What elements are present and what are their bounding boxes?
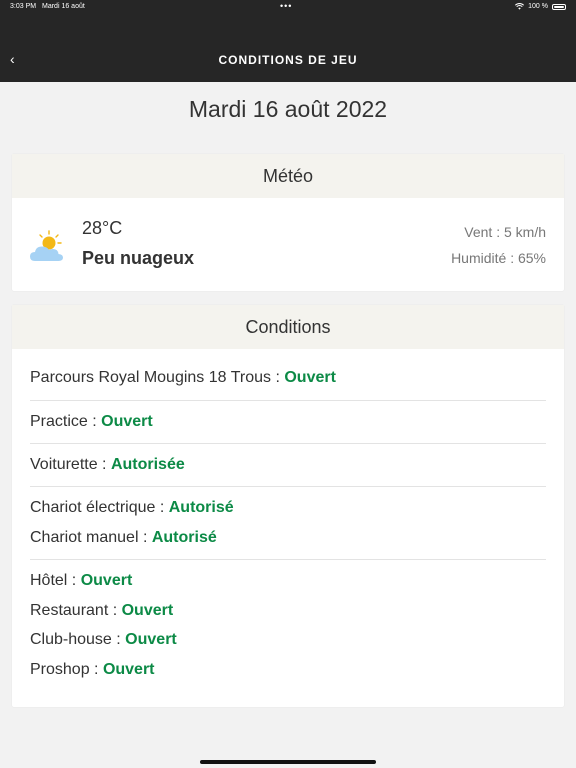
divider xyxy=(30,443,546,444)
condition-value: Ouvert xyxy=(102,661,155,678)
weather-description: Peu nuageux xyxy=(82,248,195,268)
condition-label: Hôtel : xyxy=(30,572,77,589)
wifi-icon xyxy=(515,3,525,10)
meteo-header: Météo xyxy=(12,154,564,198)
condition-value: Ouvert xyxy=(284,369,336,386)
condition-label: Proshop : xyxy=(30,661,99,678)
condition-label: Practice : xyxy=(30,413,97,430)
condition-hotel: Hôtel : Ouvert xyxy=(30,572,132,590)
top-bar: 3:03 PM Mardi 16 août ••• 100 % ‹ CONDIT… xyxy=(0,0,576,82)
condition-practice: Practice : Ouvert xyxy=(30,413,153,431)
condition-value: Autorisé xyxy=(151,529,217,546)
condition-label: Chariot électrique : xyxy=(30,499,165,516)
partly-cloudy-icon xyxy=(30,230,63,261)
multitask-dots[interactable]: ••• xyxy=(280,1,292,11)
status-time: 3:03 PM xyxy=(10,3,37,10)
condition-manual-trolley: Chariot manuel : Autorisé xyxy=(30,529,217,547)
temperature: 28°C xyxy=(82,218,123,238)
wind-speed: Vent : 5 km/h xyxy=(464,224,546,240)
status-right: 100 % xyxy=(515,3,566,10)
condition-proshop: Proshop : Ouvert xyxy=(30,661,155,679)
condition-value: Ouvert xyxy=(125,631,177,648)
page-title: CONDITIONS DE JEU xyxy=(218,53,358,67)
condition-label: Chariot manuel : xyxy=(30,529,148,546)
condition-label: Voiturette : xyxy=(30,456,107,473)
divider xyxy=(30,486,546,487)
condition-value: Ouvert xyxy=(101,413,153,430)
condition-electric-trolley: Chariot électrique : Autorisé xyxy=(30,499,234,517)
condition-label: Club-house : xyxy=(30,631,121,648)
meteo-card: Météo 28°C Peu nuageux Vent : 5 km/h Hum… xyxy=(12,154,564,291)
condition-course: Parcours Royal Mougins 18 Trous : Ouvert xyxy=(30,369,336,387)
battery-icon xyxy=(552,3,566,10)
condition-label: Restaurant : xyxy=(30,602,118,619)
divider xyxy=(30,400,546,401)
condition-value: Autorisée xyxy=(110,456,185,473)
conditions-header: Conditions xyxy=(12,305,564,349)
condition-value: Ouvert xyxy=(80,572,133,589)
page-date: Mardi 16 août 2022 xyxy=(188,96,388,122)
condition-cart: Voiturette : Autorisée xyxy=(30,456,185,474)
condition-restaurant: Restaurant : Ouvert xyxy=(30,602,173,620)
conditions-card: Conditions Parcours Royal Mougins 18 Tro… xyxy=(12,305,564,707)
battery-percent: 100 % xyxy=(528,3,548,10)
condition-value: Ouvert xyxy=(121,602,174,619)
status-date: Mardi 16 août xyxy=(42,3,85,10)
home-indicator[interactable] xyxy=(200,760,376,764)
divider xyxy=(30,559,546,560)
condition-value: Autorisé xyxy=(168,499,234,516)
condition-label: Parcours Royal Mougins 18 Trous : xyxy=(30,369,280,386)
condition-clubhouse: Club-house : Ouvert xyxy=(30,631,177,649)
humidity: Humidité : 65% xyxy=(451,250,546,266)
